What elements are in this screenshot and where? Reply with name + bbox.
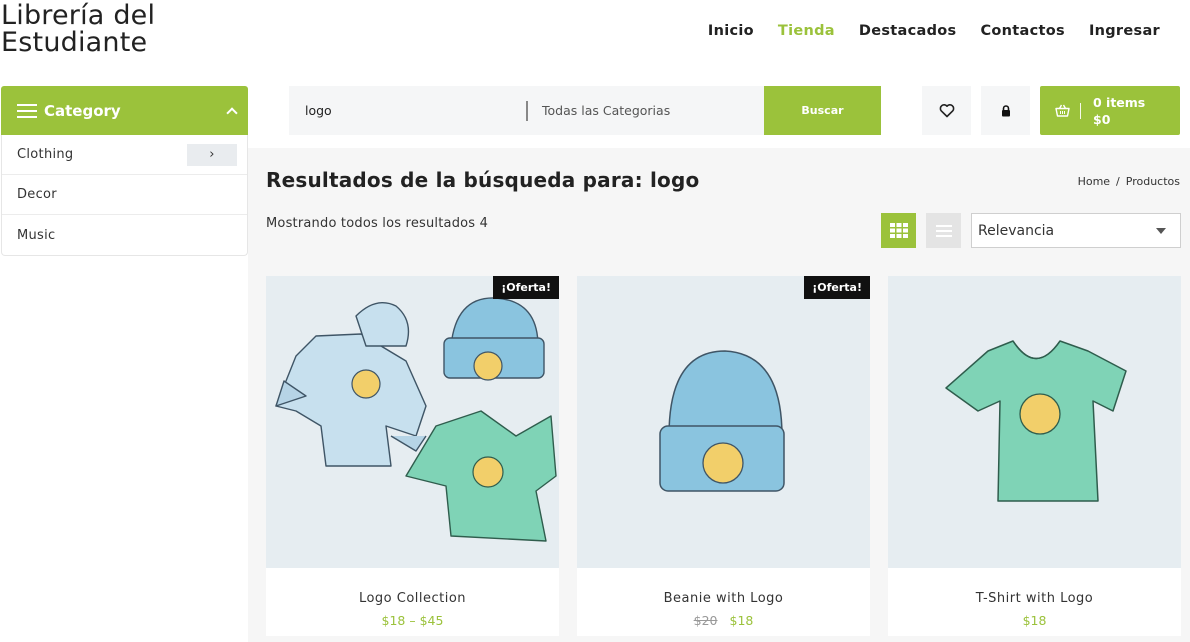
sort-select[interactable]: Relevancia: [971, 213, 1181, 248]
account-button[interactable]: [981, 86, 1030, 135]
cart-summary: 0 items $0: [1093, 94, 1145, 128]
beanie-illustration: [659, 350, 785, 492]
sale-badge: ¡Oferta!: [804, 276, 870, 299]
current-price: $18: [1022, 613, 1047, 628]
sort-value: Relevancia: [978, 222, 1055, 239]
product-image[interactable]: ¡Oferta!: [266, 276, 559, 568]
nav-tienda[interactable]: Tienda: [778, 23, 835, 39]
category-item-label: Music: [17, 227, 56, 243]
cart-items: 0 items: [1093, 94, 1146, 110]
breadcrumb-home[interactable]: Home: [1078, 175, 1110, 188]
category-item-label: Clothing: [17, 147, 74, 162]
original-price: $20: [693, 613, 718, 628]
site-title[interactable]: Librería del Estudiante: [1, 2, 155, 56]
nav-contactos[interactable]: Contactos: [980, 23, 1064, 39]
cart-total: $0: [1093, 111, 1111, 127]
breadcrumb: Home / Productos: [1078, 175, 1180, 188]
category-menu: Category Clothing › Decor Music: [1, 86, 248, 256]
search-input[interactable]: logo: [289, 103, 526, 118]
product-name[interactable]: T-Shirt with Logo: [888, 591, 1181, 606]
product-price: $18: [888, 613, 1181, 628]
product-price: $18 – $45: [266, 613, 559, 628]
site-title-line2: Estudiante: [1, 27, 148, 58]
site-title-line1: Librería del: [1, 0, 156, 31]
product-image[interactable]: ¡Oferta!: [577, 276, 870, 568]
sale-badge: ¡Oferta!: [493, 276, 559, 299]
category-title: Category: [44, 101, 121, 120]
category-item-clothing[interactable]: Clothing ›: [2, 135, 247, 175]
wishlist-button[interactable]: [922, 86, 971, 135]
category-item-music[interactable]: Music: [2, 215, 247, 255]
grid-view-button[interactable]: [881, 213, 916, 248]
tshirt-illustration: [945, 340, 1127, 502]
cart-button[interactable]: 0 items $0: [1040, 86, 1180, 135]
product-name[interactable]: Beanie with Logo: [577, 591, 870, 606]
nav-destacados[interactable]: Destacados: [859, 23, 957, 39]
breadcrumb-current: Productos: [1125, 175, 1180, 188]
product-card-logo-collection[interactable]: ¡Oferta! Logo Collection $18 – $45: [266, 276, 559, 636]
product-image[interactable]: [888, 276, 1181, 568]
breadcrumb-separator: /: [1116, 175, 1120, 188]
list-view-button[interactable]: [926, 213, 961, 248]
page-title: Resultados de la búsqueda para: logo: [266, 168, 700, 192]
main-nav: Inicio Tienda Destacados Contactos Ingre…: [708, 23, 1160, 39]
category-list: Clothing › Decor Music: [1, 135, 248, 256]
hamburger-icon: [17, 103, 37, 118]
grid-icon: [889, 223, 908, 238]
category-item-label: Decor: [17, 187, 57, 202]
category-header[interactable]: Category: [1, 86, 248, 135]
product-card-beanie[interactable]: ¡Oferta! Beanie with Logo $20 $18: [577, 276, 870, 636]
dropdown-caret-icon: [1156, 227, 1166, 234]
results-area: Resultados de la búsqueda para: logo Hom…: [248, 148, 1190, 642]
current-price: $18: [729, 613, 754, 628]
chevron-right-icon: ›: [209, 147, 215, 162]
nav-inicio[interactable]: Inicio: [708, 23, 754, 39]
search-bar: logo Todas las Categorias Buscar: [289, 86, 881, 135]
chevron-up-icon[interactable]: [226, 106, 238, 119]
product-price: $20 $18: [577, 613, 870, 628]
current-price: $18 – $45: [381, 613, 444, 628]
product-card-tshirt[interactable]: T-Shirt with Logo $18: [888, 276, 1181, 636]
list-icon: [935, 224, 952, 237]
search-category-select[interactable]: Todas las Categorias: [528, 103, 764, 118]
lock-icon: [1001, 104, 1010, 116]
result-count: Mostrando todos los resultados 4: [266, 216, 489, 231]
nav-ingresar[interactable]: Ingresar: [1089, 23, 1160, 39]
cart-divider: [1080, 102, 1081, 119]
submenu-arrow-button[interactable]: ›: [187, 143, 237, 166]
category-item-decor[interactable]: Decor: [2, 175, 247, 215]
clothing-collection-illustration: [275, 297, 557, 542]
basket-icon: [1055, 104, 1070, 117]
heart-icon: [939, 104, 954, 118]
search-button[interactable]: Buscar: [764, 86, 881, 135]
product-name[interactable]: Logo Collection: [266, 591, 559, 606]
